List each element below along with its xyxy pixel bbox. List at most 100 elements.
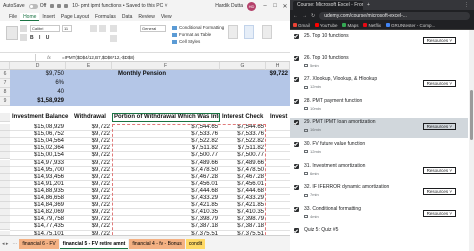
cell[interactable]: $9,750: [10, 70, 66, 79]
column-header[interactable]: D: [10, 62, 66, 70]
ribbon-tab[interactable]: Data: [119, 13, 136, 21]
cell[interactable]: Monthly Pension: [118, 70, 208, 79]
ribbon-tab[interactable]: Page Layout: [58, 13, 92, 21]
new-tab-button[interactable]: +: [367, 2, 370, 8]
column-header-corner[interactable]: [0, 62, 10, 70]
table-cell[interactable]: $9,722: [66, 181, 112, 188]
resources-button[interactable]: Resources ˅: [422, 188, 456, 196]
lecture-item[interactable]: 26. Top 10 functions 5min: [290, 54, 468, 74]
completed-checkbox[interactable]: [294, 185, 299, 191]
table-cell[interactable]: $9,722: [66, 188, 112, 195]
fx-icon[interactable]: fx: [36, 55, 62, 60]
sheet-tab[interactable]: financial 5 - FV retire amnt: [59, 238, 129, 249]
table-cell[interactable]: $14,79,758: [10, 216, 66, 223]
cut-icon[interactable]: [20, 25, 27, 32]
sheet-nav-arrows[interactable]: ◂ ▸: [2, 241, 8, 247]
row-header[interactable]: [0, 187, 10, 195]
ribbon-tab[interactable]: Formulas: [92, 13, 119, 21]
ribbon-tab[interactable]: Review: [135, 13, 157, 21]
save-icon[interactable]: [50, 4, 55, 8]
lecture-item[interactable]: Quiz 5: Quiz #5: [290, 226, 468, 246]
forward-icon[interactable]: →: [302, 13, 307, 19]
column-header[interactable]: E: [66, 62, 112, 70]
row-header[interactable]: [0, 173, 10, 181]
table-cell[interactable]: $9,722: [66, 223, 112, 230]
completed-checkbox[interactable]: [294, 98, 299, 104]
table-cell[interactable]: $14,91,201: [10, 181, 66, 188]
table-cell[interactable]: $14,77,435: [10, 223, 66, 230]
row-header[interactable]: 7: [0, 79, 10, 88]
table-cell[interactable]: $9,722: [66, 202, 112, 209]
cell[interactable]: 6%: [10, 79, 66, 88]
row-header[interactable]: [0, 195, 10, 203]
completed-checkbox[interactable]: [294, 163, 299, 169]
table-cell[interactable]: $15,08,929: [10, 124, 66, 131]
row-header[interactable]: [0, 209, 10, 217]
row-header[interactable]: [0, 152, 10, 160]
browser-tab[interactable]: Course: Microsoft Excel - From: [293, 0, 363, 10]
sheet-tab[interactable]: financial 4 - fv - Bonus: [129, 238, 185, 249]
table-cell[interactable]: $15,06,752: [10, 131, 66, 138]
analyze-data-button[interactable]: [262, 25, 272, 39]
bookmark-item[interactable]: Netflix: [363, 23, 381, 28]
lecture-item[interactable]: 29. PMT IPMT loan amortization 16min Resou…: [290, 118, 468, 139]
table-cell[interactable]: $9,722: [66, 216, 112, 223]
completed-checkbox[interactable]: [294, 206, 299, 212]
resources-button[interactable]: Resources ˅: [422, 123, 456, 131]
sheet-tab[interactable]: financial 6 - FV: [19, 238, 59, 249]
row-header[interactable]: [0, 180, 10, 188]
name-box[interactable]: [0, 53, 36, 61]
table-cell[interactable]: $9,722: [66, 138, 112, 145]
more-sheets-icon[interactable]: ⋯: [12, 241, 17, 247]
align-center-icon[interactable]: [99, 25, 106, 32]
row-header[interactable]: 9: [0, 97, 10, 106]
row-header[interactable]: [0, 223, 10, 231]
sheet-grid[interactable]: 6 $9,750 Monthly Pension $9,722 7 6% 8 40 9 $1,58…: [0, 70, 290, 235]
table-cell[interactable]: $9,722: [66, 131, 112, 138]
column-header[interactable]: G: [220, 62, 266, 70]
lecture-item[interactable]: 28. PMT payment function 10min: [290, 97, 468, 117]
file-name[interactable]: 10- pmt ipmt functions • Saved to this P…: [72, 3, 211, 9]
lecture-item[interactable]: 25. Top 10 functions Resources ˅: [290, 32, 468, 52]
table-cell[interactable]: $9,722: [66, 124, 112, 131]
undo-icon[interactable]: [57, 4, 62, 8]
ribbon-tab[interactable]: File: [6, 13, 20, 21]
table-cell[interactable]: $15,04,564: [10, 138, 66, 145]
back-icon[interactable]: ←: [293, 13, 298, 19]
completed-checkbox[interactable]: [294, 142, 299, 147]
lecture-item[interactable]: 33. Conditional formatting 4min Resources …: [290, 205, 468, 225]
row-header[interactable]: [0, 145, 10, 153]
cell[interactable]: $9,722: [236, 70, 290, 79]
row-header[interactable]: [0, 138, 10, 146]
avatar[interactable]: HD: [247, 1, 256, 11]
copy-icon[interactable]: [20, 34, 27, 41]
column-title[interactable]: Investment Balance: [10, 113, 70, 122]
align-left-icon[interactable]: [90, 25, 97, 32]
lecture-item[interactable]: 27. Xlookup, Vlookup, & Hlookup 12min Reso…: [290, 75, 468, 95]
row-header[interactable]: [0, 216, 10, 224]
column-header[interactable]: F: [112, 62, 220, 70]
sheet-tab[interactable]: condit: [185, 238, 206, 249]
table-cell[interactable]: $15,02,364: [10, 145, 66, 152]
number-format-select[interactable]: General: [140, 25, 166, 32]
wrap-text-icon[interactable]: [110, 25, 117, 32]
table-cell[interactable]: $14,84,369: [10, 202, 66, 209]
lecture-item[interactable]: 32. IF IFERROR dynamic amortization 7min R…: [290, 183, 468, 203]
column-header[interactable]: H: [266, 62, 290, 70]
maximize-button[interactable]: □: [270, 3, 280, 9]
table-cell[interactable]: $14,95,700: [10, 167, 66, 174]
merge-icon[interactable]: [110, 35, 117, 42]
url-input[interactable]: udemy.com/course/microsoft-excel-...: [319, 11, 470, 20]
completed-checkbox[interactable]: [294, 55, 299, 61]
resources-button[interactable]: Resources ˅: [422, 166, 456, 174]
completed-checkbox[interactable]: [294, 77, 299, 83]
font-size-select[interactable]: 11: [62, 25, 72, 32]
table-cell[interactable]: $9,722: [66, 160, 112, 167]
minimize-button[interactable]: –: [260, 3, 270, 9]
table-cell[interactable]: $9,722: [66, 174, 112, 181]
table-cell[interactable]: $14,88,935: [10, 188, 66, 195]
bookmark-item[interactable]: Gmail: [293, 23, 310, 28]
formula-input[interactable]: =IPMT($D$4/12,B7,$D$6*12,-$D$8): [62, 55, 290, 60]
cell-styles-button[interactable]: Cell Styles: [172, 38, 224, 45]
column-title[interactable]: Interest Check: [220, 113, 268, 122]
